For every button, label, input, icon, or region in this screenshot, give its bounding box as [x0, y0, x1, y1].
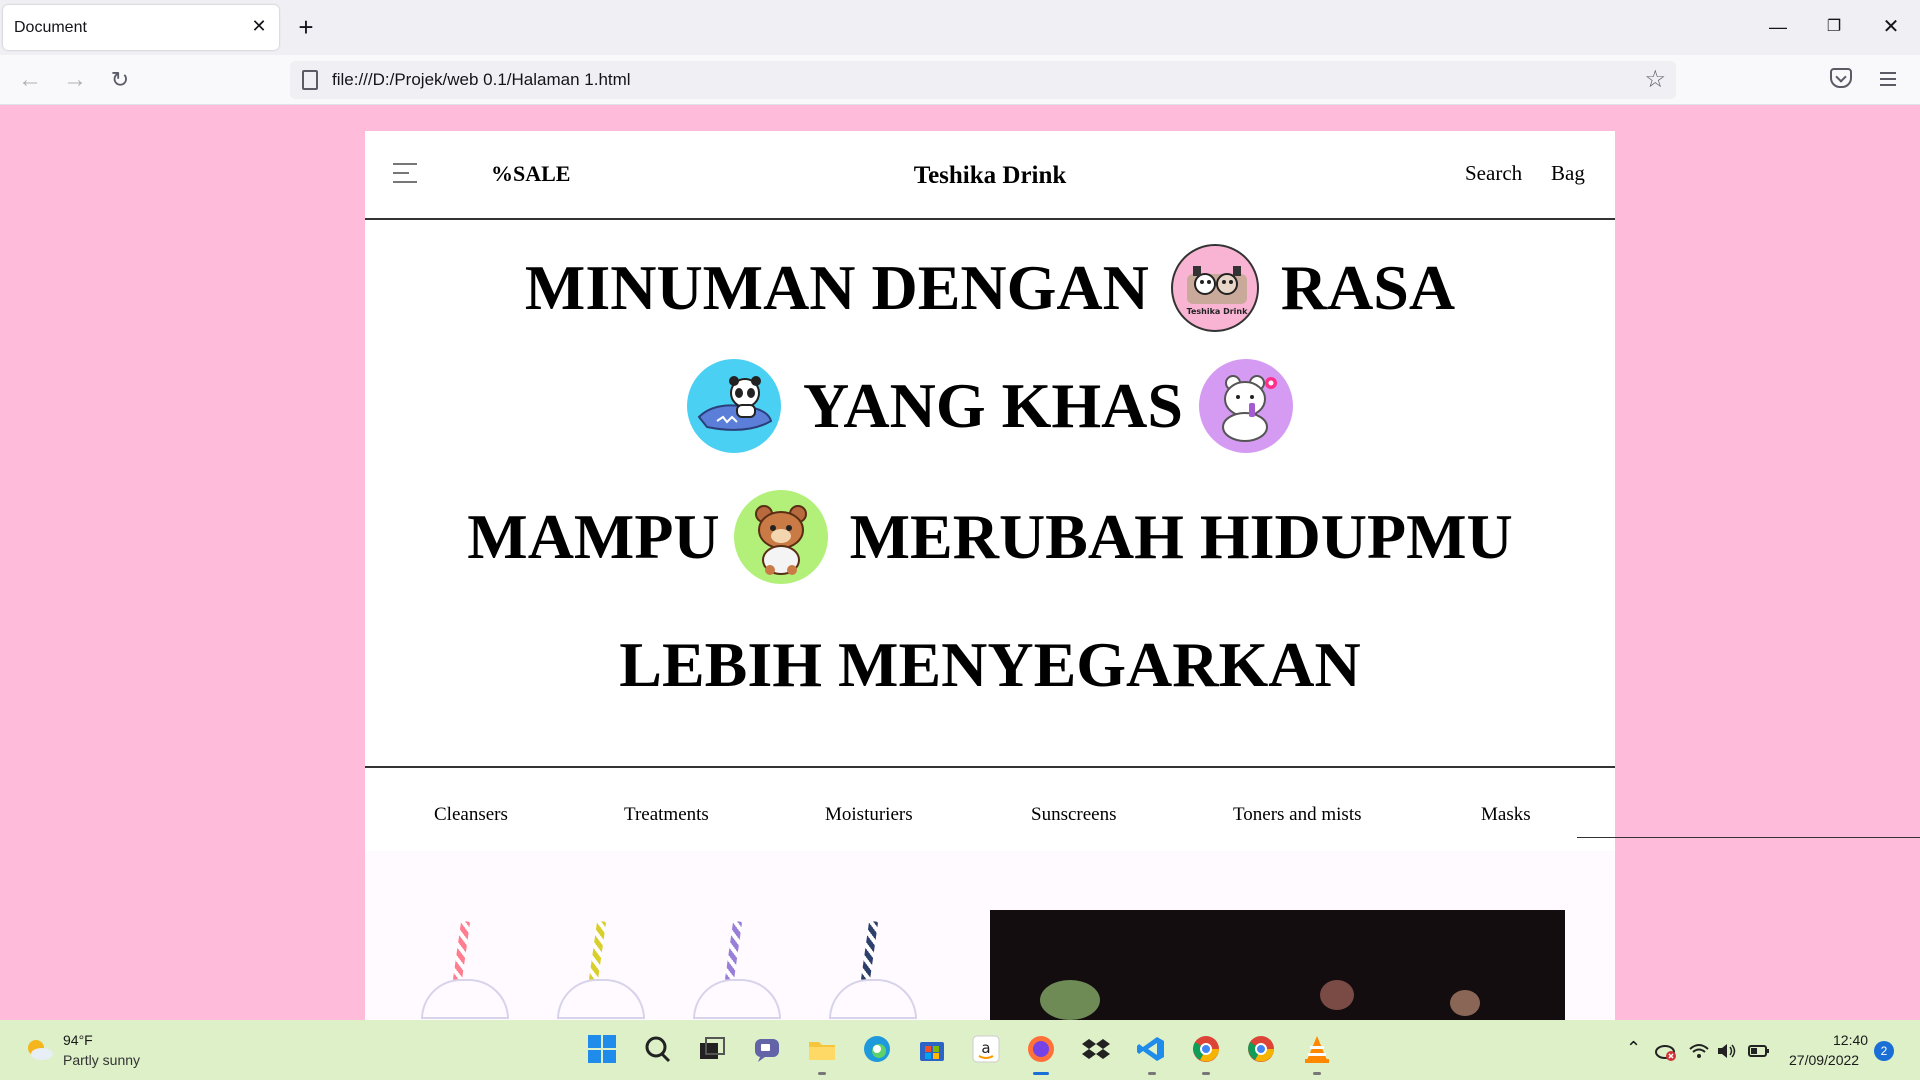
volume-icon[interactable]: [1716, 1040, 1738, 1062]
svg-text:a: a: [981, 1039, 990, 1057]
back-button[interactable]: ←: [14, 64, 46, 96]
category-sunscreens[interactable]: Sunscreens: [1031, 804, 1116, 826]
hero-text: LEBIH MENYEGARKAN: [619, 629, 1361, 700]
chrome-icon[interactable]: [1246, 1034, 1276, 1064]
hero-text: YANG KHAS: [803, 370, 1183, 441]
minimize-button[interactable]: —: [1758, 10, 1798, 44]
logo-caption: Teshika Drink: [1186, 307, 1248, 316]
search-icon[interactable]: [643, 1034, 673, 1064]
site-header: %SALE Teshika Drink Search Bag: [365, 131, 1615, 220]
clock-date[interactable]: 27/09/2022: [1789, 1052, 1859, 1068]
weather-temperature[interactable]: 94°F: [63, 1032, 93, 1048]
category-toners-and-mists[interactable]: Toners and mists: [1233, 804, 1362, 826]
hero-line-4: LEBIH MENYEGARKAN: [365, 625, 1615, 705]
bag-link[interactable]: Bag: [1551, 161, 1585, 186]
teams-chat-icon[interactable]: [752, 1034, 782, 1064]
category-divider: [365, 766, 1615, 768]
new-tab-button[interactable]: +: [294, 12, 318, 42]
drink-product-image[interactable]: [415, 851, 515, 1020]
notification-badge[interactable]: 2: [1874, 1041, 1894, 1061]
browser-nav-bar: ← → ↻ file:///D:/Projek/web 0.1/Halaman …: [0, 55, 1920, 105]
page-viewport: %SALE Teshika Drink Search Bag MINUMAN D…: [0, 106, 1920, 1020]
category-nav: Cleansers Treatments Moisturiers Sunscre…: [365, 804, 1615, 834]
forward-button[interactable]: →: [59, 64, 91, 96]
drink-product-image[interactable]: [687, 851, 787, 1020]
restore-button[interactable]: ❐: [1814, 10, 1854, 44]
hero-text: MINUMAN DENGAN: [524, 252, 1149, 323]
pocket-icon[interactable]: [1830, 68, 1852, 88]
address-bar[interactable]: file:///D:/Projek/web 0.1/Halaman 1.html…: [290, 61, 1676, 99]
hero-text: MAMPU: [467, 501, 720, 572]
taskbar: 94°F Partly sunny a ⌃ 12:40 27/09/2022 2: [0, 1020, 1920, 1080]
vscode-icon[interactable]: [1136, 1034, 1166, 1064]
browser-tab-bar: Document ✕ + — ❐ ✕: [0, 0, 1920, 55]
onedrive-error-icon[interactable]: [1655, 1040, 1677, 1062]
white-bear-mascot-icon: [1198, 359, 1293, 453]
panda-shark-mascot-icon: [687, 359, 782, 453]
category-underline: [1577, 837, 1920, 838]
hero-text: MERUBAH HIDUPMU: [849, 501, 1513, 572]
tab-title: Document: [14, 19, 87, 36]
close-window-button[interactable]: ✕: [1871, 10, 1911, 44]
partly-sunny-icon[interactable]: [24, 1036, 54, 1062]
chevron-up-icon[interactable]: ⌃: [1626, 1038, 1641, 1059]
browser-tab[interactable]: Document ✕: [3, 5, 279, 50]
page-card: %SALE Teshika Drink Search Bag MINUMAN D…: [365, 131, 1615, 1020]
hero-line-1: MINUMAN DENGAN Teshika Drink RASA: [365, 244, 1615, 332]
edge-browser-icon[interactable]: [862, 1034, 892, 1064]
brand-title: Teshika Drink: [913, 162, 1067, 189]
category-cleansers[interactable]: Cleansers: [434, 804, 508, 826]
hero-line-2: YANG KHAS: [365, 358, 1615, 454]
tab-close-icon[interactable]: ✕: [249, 16, 269, 36]
battery-icon[interactable]: [1748, 1040, 1770, 1062]
drink-product-image[interactable]: [551, 851, 651, 1020]
bookmark-star-icon[interactable]: ☆: [1644, 65, 1666, 94]
drink-product-image[interactable]: [823, 851, 923, 1020]
category-masks[interactable]: Masks: [1481, 804, 1531, 826]
brown-bear-mascot-icon: [733, 490, 828, 584]
teshika-logo-icon: Teshika Drink: [1170, 244, 1259, 332]
dropbox-icon[interactable]: [1081, 1034, 1111, 1064]
wifi-icon[interactable]: [1688, 1040, 1710, 1062]
hamburger-menu-icon[interactable]: [1878, 68, 1900, 90]
category-treatments[interactable]: Treatments: [624, 804, 709, 826]
weather-description[interactable]: Partly sunny: [63, 1052, 140, 1068]
hero-text: RASA: [1280, 252, 1456, 323]
task-view-icon[interactable]: [697, 1034, 727, 1064]
vlc-icon[interactable]: [1302, 1034, 1332, 1064]
hero-line-3: MAMPU MERUBAH HIDUPMU: [365, 489, 1615, 585]
windows-start-icon[interactable]: [587, 1034, 617, 1064]
chrome-profile-icon[interactable]: [1191, 1034, 1221, 1064]
reload-button[interactable]: ↻: [104, 64, 136, 96]
search-link[interactable]: Search: [1465, 161, 1522, 186]
featured-photo: [990, 910, 1565, 1020]
firefox-icon[interactable]: [1026, 1034, 1056, 1064]
clock-time[interactable]: 12:40: [1833, 1032, 1868, 1048]
page-icon: [302, 70, 318, 90]
amazon-icon[interactable]: a: [971, 1034, 1001, 1064]
microsoft-store-icon[interactable]: [917, 1034, 947, 1064]
file-explorer-icon[interactable]: [807, 1034, 837, 1064]
url-text[interactable]: file:///D:/Projek/web 0.1/Halaman 1.html: [332, 70, 631, 90]
category-moisturiers[interactable]: Moisturiers: [825, 804, 913, 826]
